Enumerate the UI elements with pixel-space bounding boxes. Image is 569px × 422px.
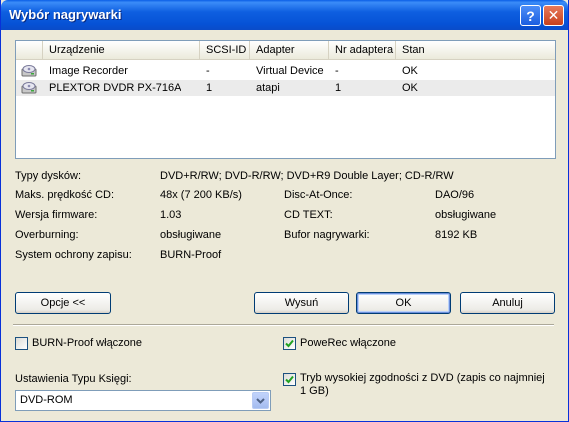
device-list-header: Urządzenie SCSI-ID Adapter Nr adaptera S… [16, 41, 555, 60]
buffer-label: Bufor nagrywarki: [284, 229, 370, 241]
firmware-label: Wersja firmware: [15, 209, 98, 221]
protection-value: BURN-Proof [160, 249, 222, 261]
column-header-icon[interactable] [16, 41, 43, 60]
cancel-button[interactable]: Anuluj [460, 292, 555, 314]
recorder-selection-dialog: Wybór nagrywarki ? ✕ Urządzenie SCSI-ID … [0, 0, 569, 422]
close-button[interactable]: ✕ [543, 5, 564, 26]
checkmark-icon [285, 339, 294, 348]
protection-label: System ochrony zapisu: [15, 249, 132, 261]
dao-value: DAO/96 [435, 189, 475, 201]
powerec-checkbox[interactable] [283, 337, 296, 350]
drive-icon [21, 82, 37, 94]
close-icon: ✕ [547, 7, 560, 23]
help-button[interactable]: ? [520, 5, 541, 26]
help-icon: ? [526, 7, 535, 24]
title-bar[interactable]: Wybór nagrywarki ? ✕ [1, 0, 568, 30]
burnproof-label[interactable]: BURN-Proof włączone [32, 337, 142, 349]
column-header-adapter-no[interactable]: Nr adaptera [329, 41, 396, 60]
checkmark-icon [285, 375, 294, 384]
burnproof-checkbox[interactable] [15, 337, 28, 350]
device-status: OK [402, 65, 418, 77]
overburning-label: Overburning: [15, 229, 79, 241]
disc-types-value: DVD+R/RW; DVD-R/RW; DVD+R9 Double Layer;… [160, 170, 454, 182]
booktype-label: Ustawienia Typu Księgi: [15, 373, 132, 385]
disc-types-label: Typy dysków: [15, 170, 82, 182]
column-header-scsi-id[interactable]: SCSI-ID [200, 41, 250, 60]
eject-button[interactable]: Wysuń [254, 292, 349, 314]
max-speed-value: 48x (7 200 KB/s) [160, 189, 242, 201]
device-name: PLEXTOR DVDR PX-716A [49, 82, 182, 94]
device-list[interactable]: Urządzenie SCSI-ID Adapter Nr adaptera S… [15, 40, 556, 159]
booktype-value: DVD-ROM [20, 394, 73, 406]
device-row-image-recorder[interactable]: Image Recorder - Virtual Device - OK [16, 63, 555, 79]
buffer-value: 8192 KB [435, 229, 478, 241]
high-compat-checkbox[interactable] [283, 373, 296, 386]
device-scsi-id: - [206, 65, 210, 77]
device-scsi-id: 1 [206, 82, 213, 94]
cd-text-label: CD TEXT: [284, 209, 333, 221]
powerec-label[interactable]: PoweRec włączone [300, 337, 396, 349]
device-name: Image Recorder [49, 65, 128, 77]
device-status: OK [402, 82, 418, 94]
column-header-status[interactable]: Stan [396, 41, 555, 60]
chevron-down-icon [256, 398, 265, 404]
dropdown-button[interactable] [252, 392, 269, 409]
ok-button[interactable]: OK [356, 292, 451, 314]
column-header-adapter[interactable]: Adapter [250, 41, 329, 60]
booktype-select[interactable]: DVD-ROM [15, 390, 271, 411]
options-button[interactable]: Opcje << [15, 292, 111, 314]
dao-label: Disc-At-Once: [284, 189, 353, 201]
column-header-device[interactable]: Urządzenie [43, 41, 200, 60]
cd-text-value: obsługiwane [435, 209, 497, 221]
firmware-value: 1.03 [160, 209, 182, 221]
overburning-value: obsługiwane [160, 229, 222, 241]
device-adapter: Virtual Device [256, 65, 324, 77]
separator [13, 324, 554, 326]
high-compat-label[interactable]: Tryb wysokiej zgodności z DVD (zapis co … [300, 372, 552, 398]
max-speed-label: Maks. prędkość CD: [15, 189, 115, 201]
device-adapter: atapi [256, 82, 280, 94]
device-row-plextor[interactable]: PLEXTOR DVDR PX-716A 1 atapi 1 OK [16, 80, 555, 96]
device-adapter-no: - [335, 65, 339, 77]
drive-icon [21, 65, 37, 77]
device-adapter-no: 1 [335, 82, 342, 94]
window-title: Wybór nagrywarki [9, 7, 122, 22]
